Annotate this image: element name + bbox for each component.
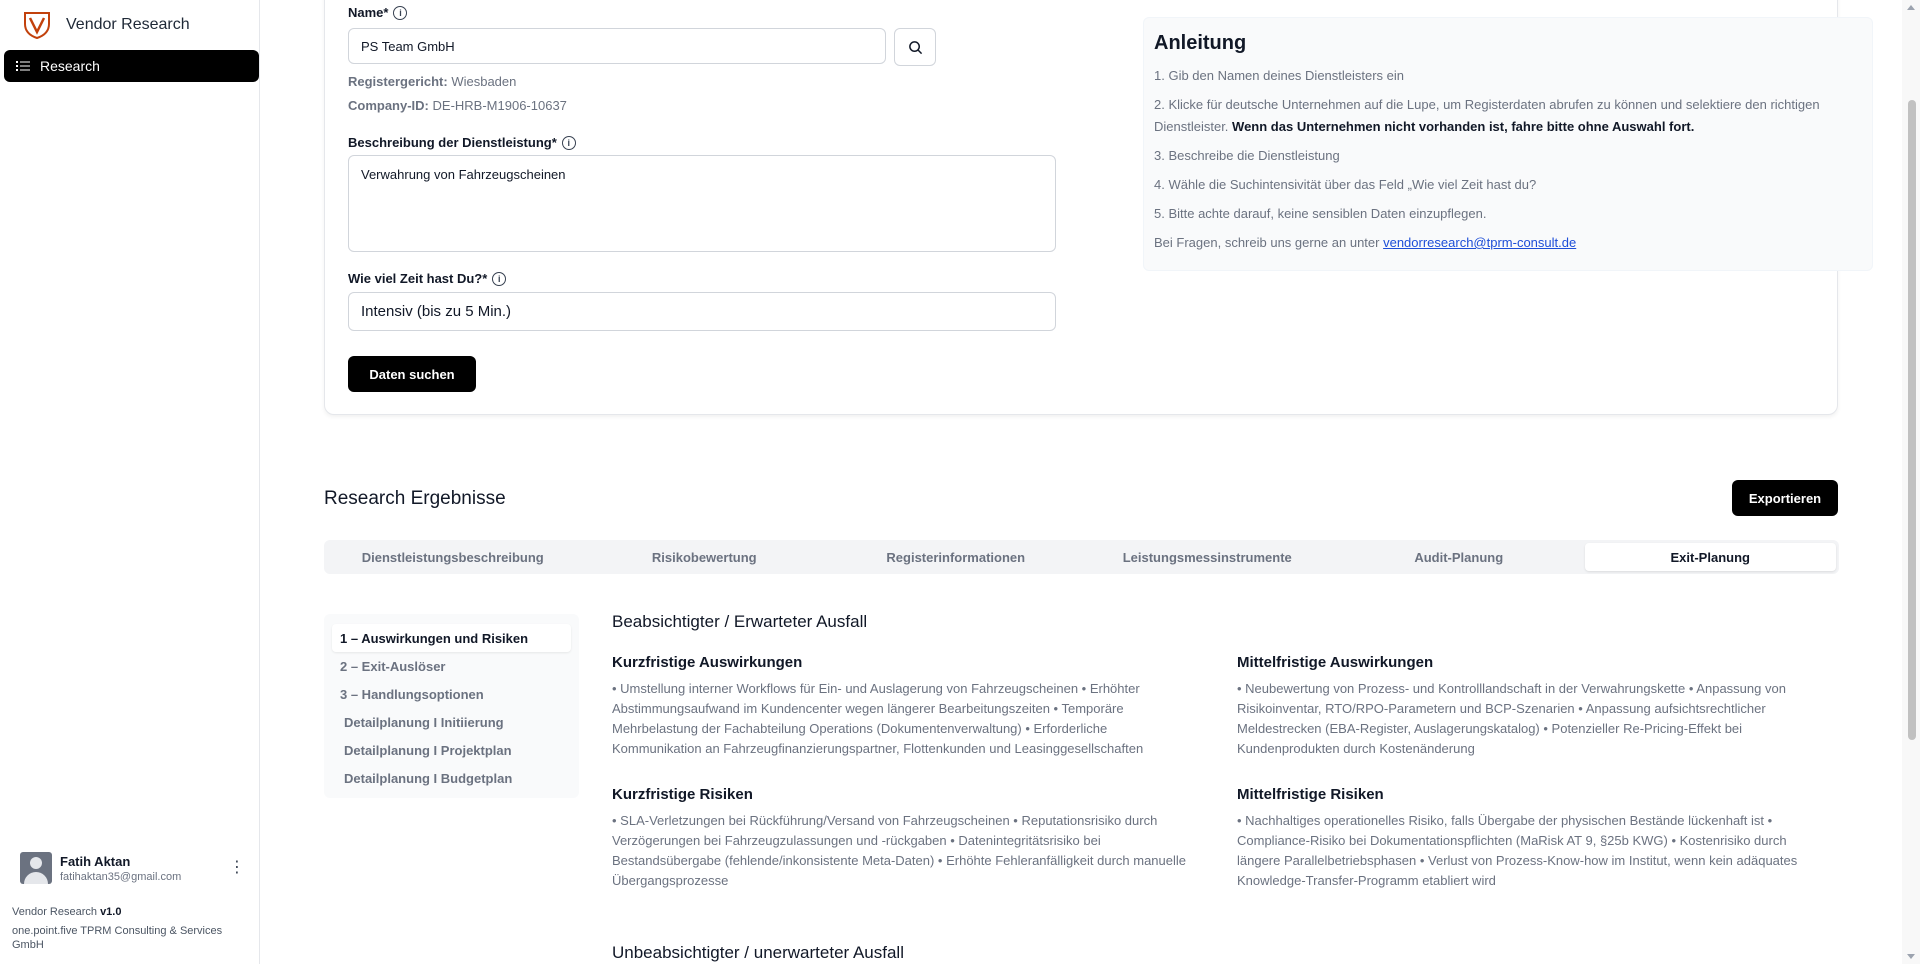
name-input[interactable]: PS Team GmbH — [348, 28, 886, 64]
search-button[interactable] — [894, 28, 936, 66]
results-title: Research Ergebnisse — [324, 488, 506, 509]
scrollbar[interactable] — [1902, 0, 1920, 964]
name-label: Name* i — [348, 5, 408, 20]
short-term-risks: Kurzfristige Risiken • SLA-Verletzungen … — [612, 786, 1187, 888]
short-term-impacts: Kurzfristige Auswirkungen • Umstellung i… — [612, 654, 1144, 756]
export-button[interactable]: Exportieren — [1732, 480, 1838, 516]
tab-dienstleistungsbeschreibung[interactable]: Dienstleistungsbeschreibung — [327, 543, 579, 571]
search-icon — [908, 40, 922, 54]
user-email: fatihaktan35@gmail.com — [60, 870, 182, 883]
main-content: Name* i PS Team GmbH Registergericht: Wi… — [261, 0, 1902, 964]
company-info: one.point.five TPRM Consulting & Service… — [12, 925, 223, 951]
info-icon[interactable]: i — [561, 135, 576, 150]
description-label: Beschreibung der Dienstleistung* i — [348, 135, 576, 150]
user-box[interactable]: Fatih Aktan fatihaktan35@gmail.com ⋮ — [20, 852, 245, 884]
guide-step: 1. Gib den Namen deines Dienstleisters e… — [1154, 68, 1405, 83]
version-info: Vendor Research v1.0 — [12, 906, 122, 918]
search-data-button[interactable]: Daten suchen — [348, 356, 476, 392]
list-icon — [16, 61, 30, 71]
subnav-item[interactable]: 2 – Exit-Auslöser — [332, 652, 571, 680]
company-id: Company-ID: DE-HRB-M1906-10637 — [348, 98, 567, 113]
exit-subnav: 1 – Auswirkungen und Risiken 2 – Exit-Au… — [324, 614, 579, 798]
avatar — [20, 852, 52, 884]
section-title: Unbeabsichtigter / unerwarteter Ausfall — [612, 943, 904, 962]
subnav-item[interactable]: Detailplanung I Budgetplan — [332, 764, 571, 792]
sidebar-item-label: Research — [40, 58, 100, 74]
guide-step: 3. Beschreibe die Dienstleistung — [1154, 148, 1340, 163]
info-icon[interactable]: i — [492, 271, 507, 286]
tab-leistungsmessinstrumente[interactable]: Leistungsmessinstrumente — [1082, 543, 1334, 571]
tab-exit-planung[interactable]: Exit-Planung — [1584, 543, 1836, 571]
guide-panel: Anleitung 1. Gib den Namen deines Dienst… — [1143, 17, 1873, 271]
subnav-item[interactable]: Detailplanung I Projektplan — [332, 736, 571, 764]
guide-step: 4. Wähle die Suchintensivität über das F… — [1154, 177, 1537, 192]
user-name: Fatih Aktan — [60, 853, 131, 869]
guide-title: Anleitung — [1154, 32, 1247, 54]
search-card: Name* i PS Team GmbH Registergericht: Wi… — [324, 0, 1873, 415]
info-icon[interactable]: i — [393, 5, 408, 20]
time-select[interactable]: Intensiv (bis zu 5 Min.) — [348, 292, 1056, 331]
guide-step: 2. Klicke für deutsche Unternehmen auf d… — [1154, 97, 1820, 134]
mid-term-risks: Mittelfristige Risiken • Nachhaltiges op… — [1237, 786, 1798, 888]
scroll-up-icon[interactable] — [1907, 5, 1915, 10]
contact-email-link[interactable]: vendorresearch@tprm-consult.de — [1383, 235, 1576, 250]
description-textarea[interactable]: Verwahrung von Fahrzeugscheinen — [348, 155, 1056, 252]
tab-registerinformationen[interactable]: Registerinformationen — [830, 543, 1082, 571]
tab-audit-planung[interactable]: Audit-Planung — [1333, 543, 1585, 571]
subnav-item[interactable]: 3 – Handlungsoptionen — [332, 680, 571, 708]
guide-step: 5. Bitte achte darauf, keine sensiblen D… — [1154, 206, 1487, 221]
tab-risikobewertung[interactable]: Risikobewertung — [579, 543, 831, 571]
scroll-thumb[interactable] — [1908, 100, 1916, 740]
results-tabs: Dienstleistungsbeschreibung Risikobewert… — [324, 540, 1839, 574]
mid-term-impacts: Mittelfristige Auswirkungen • Neubewertu… — [1237, 654, 1786, 756]
brand-name: Vendor Research — [66, 16, 190, 33]
sidebar-item-research[interactable]: Research — [4, 50, 259, 82]
more-vertical-icon[interactable]: ⋮ — [229, 860, 245, 876]
brand[interactable]: Vendor Research — [22, 10, 190, 40]
sidebar: Vendor Research Research Fatih Aktan fat… — [0, 0, 260, 964]
time-label: Wie viel Zeit hast Du?* i — [348, 271, 507, 286]
register-court: Registergericht: Wiesbaden — [348, 74, 517, 89]
subnav-item[interactable]: Detailplanung I Initiierung — [332, 708, 571, 736]
section-title: Beabsichtigter / Erwarteter Ausfall — [612, 612, 868, 631]
guide-contact: Bei Fragen, schreib uns gerne an unter v… — [1154, 235, 1577, 250]
scroll-down-icon[interactable] — [1907, 954, 1915, 959]
logo-icon — [24, 12, 50, 40]
subnav-item[interactable]: 1 – Auswirkungen und Risiken — [332, 624, 571, 652]
